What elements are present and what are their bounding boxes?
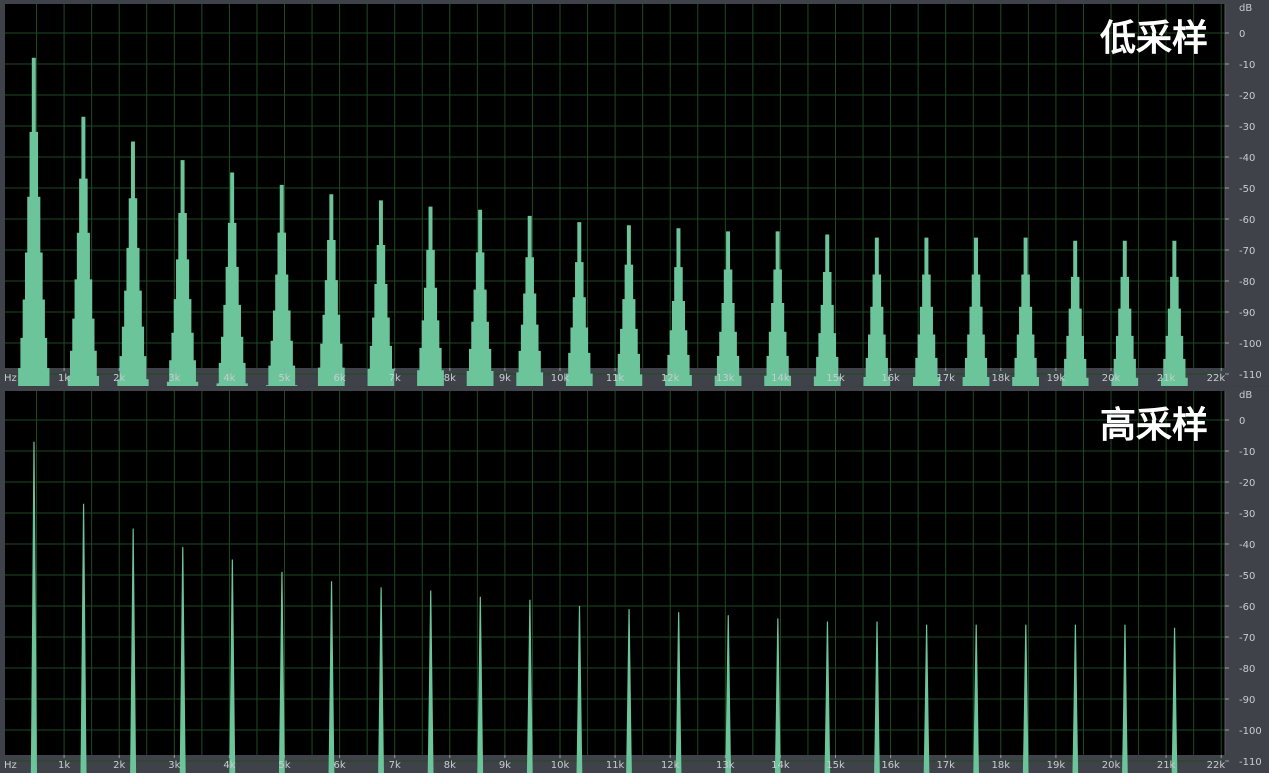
- y-tick-label: -60: [1239, 602, 1255, 613]
- x-tick-label: 17k: [936, 760, 955, 771]
- x-tick-label: 12k: [661, 760, 680, 771]
- x-tick-label: 15k: [826, 760, 845, 771]
- x-tick-label: 22k: [1207, 373, 1226, 384]
- x-tick-label: 15k: [826, 373, 845, 384]
- y-tick-label: -50: [1239, 571, 1255, 582]
- spectrum-chart-low-sample: dB0-10-20-30-40-50-60-70-80-90-100-110-1…: [4, 3, 1262, 386]
- x-tick-label: 7k: [389, 760, 401, 771]
- chart-title: 高采样: [1100, 405, 1208, 446]
- x-tick-label: 13k: [716, 373, 735, 384]
- x-tick-label: 11k: [606, 373, 625, 384]
- x-tick-label: 6k: [334, 373, 346, 384]
- x-tick-label: 1k: [58, 373, 70, 384]
- x-tick-label: 18k: [992, 760, 1011, 771]
- y-tick-label: -30: [1239, 509, 1255, 520]
- y-tick-label: -40: [1239, 153, 1255, 164]
- x-tick-label: 22k: [1207, 760, 1226, 771]
- x-tick-label: 16k: [881, 373, 900, 384]
- y-axis-unit-label: dB: [1239, 3, 1252, 14]
- y-tick-label: 0: [1239, 29, 1245, 40]
- x-tick-label: 6k: [334, 760, 346, 771]
- x-tick-label: 9k: [499, 373, 511, 384]
- x-tick-label: 3k: [168, 760, 180, 771]
- y-tick-label: -20: [1239, 91, 1255, 102]
- x-tick-label: 21k: [1157, 760, 1176, 771]
- spectrum-chart-high-sample: dB0-10-20-30-40-50-60-70-80-90-100-110-1…: [4, 390, 1262, 773]
- x-tick-label: 7k: [389, 373, 401, 384]
- spectrum-panel-low-sample: dB0-10-20-30-40-50-60-70-80-90-100-110-1…: [0, 0, 1269, 386]
- y-tick-label: -70: [1239, 246, 1255, 257]
- x-tick-label: 16k: [881, 760, 900, 771]
- y-tick-label: -80: [1239, 277, 1255, 288]
- x-axis-unit-label: Hz: [4, 373, 17, 384]
- x-tick-label: 2k: [113, 373, 125, 384]
- x-tick-label: 4k: [223, 760, 235, 771]
- y-tick-label: -110: [1239, 370, 1262, 381]
- y-tick-label: -90: [1239, 308, 1255, 319]
- y-tick-label: -20: [1239, 478, 1255, 489]
- x-tick-label: 8k: [444, 760, 456, 771]
- y-tick-label: -10: [1239, 447, 1255, 458]
- x-tick-label: 1k: [58, 760, 70, 771]
- y-tick-label: -70: [1239, 633, 1255, 644]
- y-tick-label: -110: [1239, 757, 1262, 768]
- y-tick-label: -100: [1239, 339, 1262, 350]
- y-tick-label: 0: [1239, 416, 1245, 427]
- y-tick-label: -60: [1239, 215, 1255, 226]
- x-tick-label: 20k: [1102, 760, 1121, 771]
- x-tick-label: 3k: [168, 373, 180, 384]
- x-tick-label: 2k: [113, 760, 125, 771]
- x-tick-label: 21k: [1157, 373, 1176, 384]
- x-tick-label: 12k: [661, 373, 680, 384]
- x-tick-label: 14k: [771, 373, 790, 384]
- spectrum-panel-high-sample: dB0-10-20-30-40-50-60-70-80-90-100-110-1…: [0, 387, 1269, 773]
- chart-title: 低采样: [1100, 18, 1208, 59]
- x-tick-label: 5k: [278, 373, 290, 384]
- y-tick-label: -10: [1239, 60, 1255, 71]
- y-tick-label: -50: [1239, 184, 1255, 195]
- y-tick-label: -40: [1239, 540, 1255, 551]
- x-axis-unit-label: Hz: [4, 760, 17, 771]
- x-tick-label: 20k: [1102, 373, 1121, 384]
- x-tick-label: 13k: [716, 760, 735, 771]
- x-tick-label: 18k: [992, 373, 1011, 384]
- x-tick-label: 14k: [771, 760, 790, 771]
- x-tick-label: 10k: [551, 760, 570, 771]
- x-tick-label: 11k: [606, 760, 625, 771]
- x-tick-label: 5k: [278, 760, 290, 771]
- x-tick-label: 19k: [1047, 760, 1066, 771]
- x-tick-label: 17k: [936, 373, 955, 384]
- y-tick-label: -80: [1239, 664, 1255, 675]
- y-tick-label: -30: [1239, 122, 1255, 133]
- x-tick-label: 10k: [551, 373, 570, 384]
- x-tick-label: 9k: [499, 760, 511, 771]
- y-tick-label: -100: [1239, 726, 1262, 737]
- y-axis-unit-label: dB: [1239, 390, 1252, 401]
- x-tick-label: 8k: [444, 373, 456, 384]
- x-tick-label: 4k: [223, 373, 235, 384]
- x-tick-label: 19k: [1047, 373, 1066, 384]
- y-tick-label: -90: [1239, 695, 1255, 706]
